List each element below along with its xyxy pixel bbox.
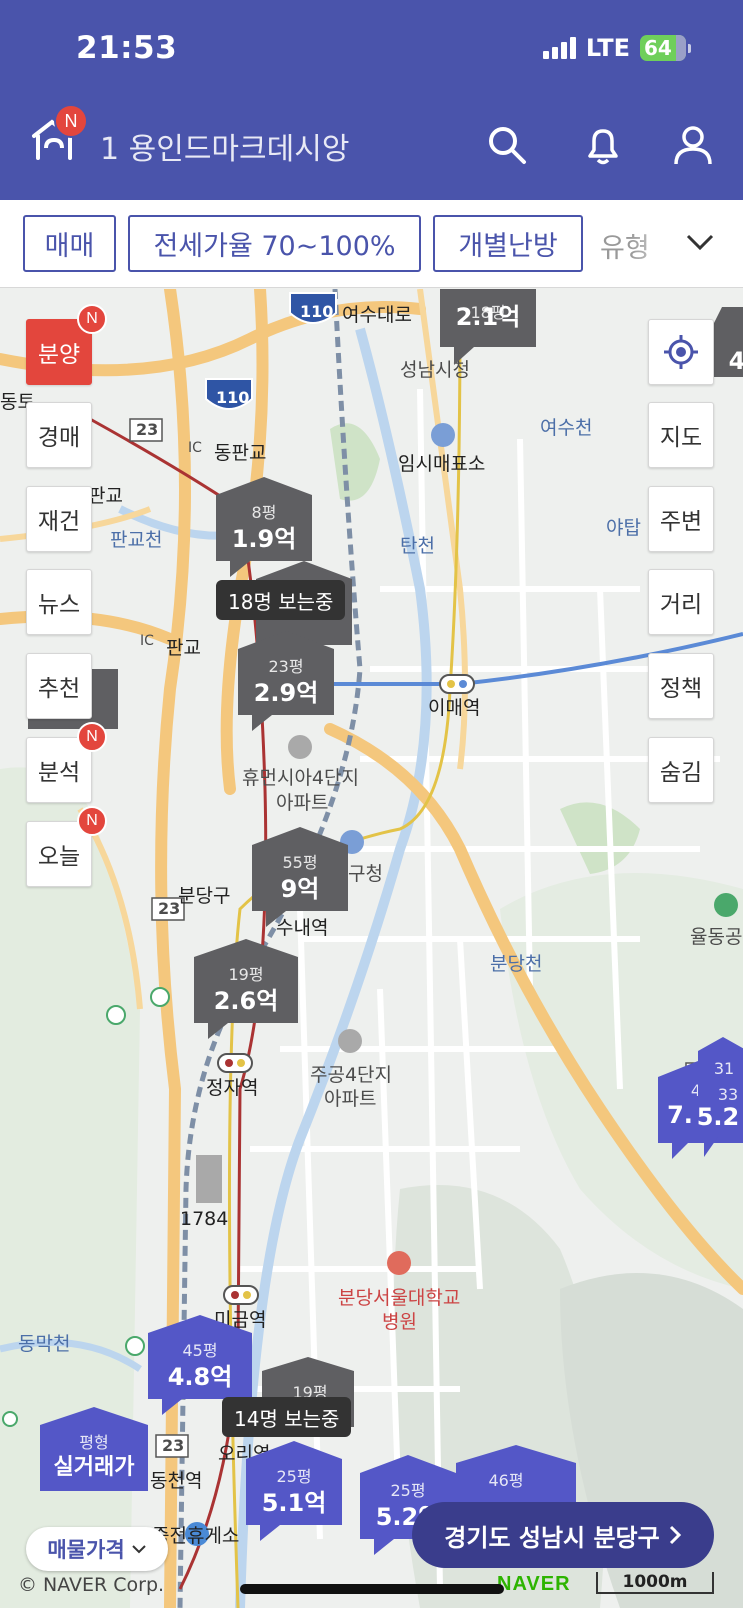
news-button[interactable]: 뉴스 [26, 569, 92, 635]
filter-bar: 매매 전세가율 70~100% 개별난방 유형 [0, 200, 743, 288]
status-time: 21:53 [76, 30, 178, 66]
real-price-marker[interactable]: 평형 실거래가 [40, 1407, 148, 1507]
road-number-label: 23 [158, 899, 181, 918]
price-marker[interactable]: 55평 9억 [252, 827, 348, 927]
analysis-button[interactable]: 분석 N [26, 722, 107, 803]
map-label: 야탑 [606, 517, 641, 539]
nearby-button[interactable]: 주변 [648, 486, 714, 552]
map-label: 여수대로 [342, 304, 412, 326]
map-label: 여수천 [540, 417, 593, 439]
price-marker[interactable]: 25평 5.1억 [246, 1441, 342, 1541]
station-label: 동천역 [150, 1470, 203, 1492]
price-marker[interactable]: 19평 2.6억 [194, 939, 298, 1039]
distance-button[interactable]: 거리 [648, 569, 714, 635]
map-label: 동막천 [18, 1333, 71, 1355]
filter-chip-trade[interactable]: 매매 [23, 215, 116, 272]
new-badge: N [54, 104, 88, 138]
crosshair-icon [664, 335, 698, 369]
map-label: 동판교 [214, 442, 267, 464]
battery-level: 64 [644, 36, 672, 60]
price-marker[interactable]: 31 33 5.2 [697, 1037, 743, 1157]
map-label: 아파트 [324, 1088, 377, 1110]
viewers-badge: 18명 보는중 [216, 580, 346, 620]
map-view[interactable]: 여수대로 110 110 23 23 23 57 성남시청 IC 동판교 임시매… [0, 289, 743, 1608]
highway-shield-label: 110 [216, 388, 250, 407]
filter-chip-heating[interactable]: 개별난방 [433, 215, 583, 272]
map-scale: 1000m [596, 1572, 714, 1594]
signal-icon [542, 37, 576, 59]
naver-logo: NAVER [497, 1573, 571, 1595]
price-marker[interactable]: 4 [712, 307, 743, 397]
map-label: 분당구 [178, 885, 231, 907]
map-label: 임시매표소 [398, 453, 486, 475]
map-label: 판교 [166, 637, 201, 659]
map-label: 분당천 [490, 953, 543, 975]
map-label: 1784 [180, 1208, 229, 1230]
home-indicator[interactable] [240, 1584, 504, 1594]
map-label: 병원 [382, 1311, 417, 1333]
policy-button[interactable]: 정책 [648, 653, 714, 719]
today-button[interactable]: 오늘 N [26, 806, 107, 887]
map-label: 분당서울대학교 [338, 1287, 461, 1309]
presale-button[interactable]: 분양 N [26, 304, 107, 385]
home-logo-icon[interactable]: N [30, 104, 88, 162]
battery-icon: 64 [640, 35, 691, 61]
redevelopment-button[interactable]: 재건 [26, 486, 92, 552]
map-label: IC [140, 633, 154, 649]
viewers-badge: 14명 보는중 [222, 1397, 352, 1437]
status-indicators: LTE 64 [542, 34, 691, 62]
my-location-button[interactable] [648, 319, 714, 385]
road-number-label: 23 [136, 420, 159, 439]
map-label: 탄천 [400, 535, 435, 557]
highway-shield-label: 110 [300, 302, 334, 321]
recommend-button[interactable]: 추천 [26, 653, 92, 719]
complex-title[interactable]: 1 용인드마크데시앙 [100, 124, 349, 168]
chevron-down-icon [131, 1545, 146, 1554]
bell-icon[interactable] [582, 124, 624, 166]
map-label: 아파트 [276, 792, 329, 814]
new-badge: N [77, 304, 107, 334]
region-button[interactable]: 경기도 성남시 분당구 [412, 1502, 714, 1568]
auction-button[interactable]: 경매 [26, 402, 92, 468]
price-marker[interactable]: 23평 2.9억 [238, 631, 334, 731]
chevron-right-icon [669, 1525, 681, 1545]
map-label: 구청 [348, 863, 383, 885]
road-number-label: 23 [162, 1436, 185, 1455]
price-marker[interactable]: 18평 2.1억 [440, 289, 536, 377]
map-label: 휴먼시아4단지 [242, 767, 359, 789]
map-label: IC [188, 440, 202, 456]
map-label: 판교 [88, 485, 123, 507]
map-type-button[interactable]: 지도 [648, 402, 714, 468]
station-label: 정자역 [206, 1077, 259, 1099]
map-label: 판교천 [110, 529, 163, 551]
hide-button[interactable]: 숨김 [648, 737, 714, 803]
map-label: 주공4단지 [310, 1064, 393, 1086]
new-badge: N [77, 722, 107, 752]
price-type-toggle[interactable]: 매물가격 [26, 1527, 168, 1571]
chevron-down-icon[interactable] [686, 232, 714, 252]
new-badge: N [77, 806, 107, 836]
station-label: 이매역 [428, 697, 481, 719]
map-copyright: © NAVER Corp. [18, 1574, 165, 1596]
filter-chip-jeonse-ratio[interactable]: 전세가율 70~100% [128, 215, 421, 272]
person-icon[interactable] [672, 124, 714, 166]
network-type: LTE [585, 34, 630, 62]
search-icon[interactable] [486, 124, 528, 166]
map-label: 율동공 [690, 926, 743, 948]
app-header: 21:53 LTE 64 N 1 용인드마크데시앙 [0, 0, 743, 200]
